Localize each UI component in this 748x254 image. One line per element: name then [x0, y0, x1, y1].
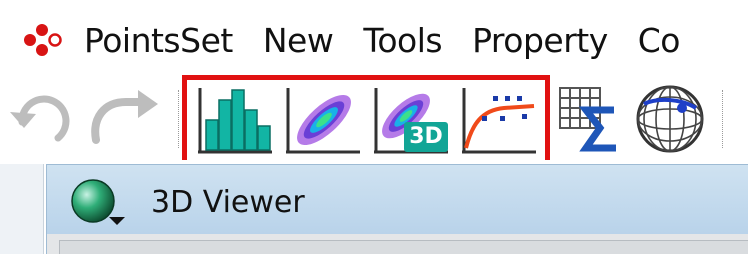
density-2d-icon: [286, 88, 360, 154]
histogram-icon: [198, 88, 272, 154]
viewer-canvas[interactable]: [46, 234, 748, 254]
viewer-title: 3D Viewer: [151, 185, 305, 220]
menu-co-clipped[interactable]: Co: [638, 21, 681, 60]
viewer-title-bar: 3D Viewer: [46, 164, 748, 234]
menu-new[interactable]: New: [263, 21, 334, 60]
sphere-dropdown-icon[interactable]: [69, 177, 131, 229]
menu-tools[interactable]: Tools: [363, 21, 442, 60]
density-2d-button[interactable]: [284, 82, 364, 156]
redo-button[interactable]: [82, 82, 166, 156]
points-scatter-icon: [20, 20, 70, 60]
menu-bar: PointsSet New Tools Property Co: [0, 0, 748, 80]
density-3d-button[interactable]: 3D: [372, 82, 452, 156]
menu-pointsset[interactable]: PointsSet: [84, 21, 233, 60]
menu-property[interactable]: Property: [472, 21, 608, 60]
redo-icon: [91, 90, 158, 144]
undo-button[interactable]: [6, 82, 76, 156]
toolbar: 3D: [0, 80, 748, 160]
toolbar-separator: [722, 90, 724, 148]
left-panel-strip: [0, 164, 44, 254]
viewer-panel: 3D Viewer: [0, 160, 748, 254]
curve-fit-icon: [462, 88, 536, 154]
undo-icon: [10, 95, 70, 142]
badge-3d: 3D: [409, 124, 443, 149]
globe-icon: [636, 85, 704, 153]
grid-sum-icon: [559, 87, 616, 152]
globe-button[interactable]: [632, 82, 710, 156]
viewer-canvas-inner: [59, 240, 748, 254]
histogram-button[interactable]: [196, 82, 276, 156]
curve-fit-button[interactable]: [460, 82, 540, 156]
toolbar-separator: [178, 90, 180, 148]
grid-sum-button[interactable]: [556, 82, 626, 156]
